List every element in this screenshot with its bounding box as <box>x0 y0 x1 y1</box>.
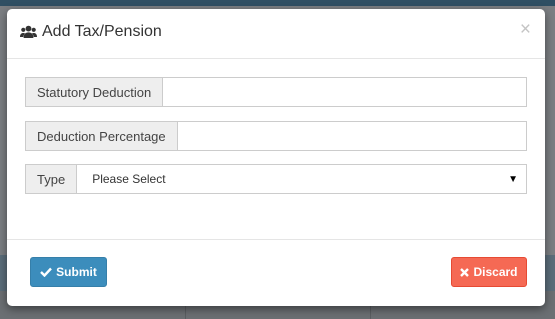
statutory-deduction-group: Statutory Deduction <box>25 77 527 107</box>
statutory-deduction-input[interactable] <box>162 77 527 107</box>
deduction-percentage-label: Deduction Percentage <box>25 121 177 151</box>
type-select-value: Please Select <box>92 172 166 186</box>
modal-footer: Submit Discard <box>7 239 545 307</box>
type-select[interactable]: Please Select ▼ <box>76 164 527 194</box>
statutory-deduction-label: Statutory Deduction <box>25 77 163 107</box>
modal-title-text: Add Tax/Pension <box>42 23 162 40</box>
users-icon <box>20 25 37 38</box>
times-icon <box>460 267 470 277</box>
deduction-percentage-group: Deduction Percentage <box>25 121 527 151</box>
caret-down-icon: ▼ <box>508 173 518 185</box>
modal-title: Add Tax/Pension <box>20 23 162 41</box>
close-button[interactable]: × <box>520 20 531 39</box>
type-group: Type Please Select ▼ <box>25 164 527 194</box>
submit-label: Submit <box>56 265 97 279</box>
discard-button[interactable]: Discard <box>451 257 527 287</box>
deduction-percentage-input[interactable] <box>176 121 527 151</box>
modal-header: Add Tax/Pension × <box>7 9 545 59</box>
type-label: Type <box>25 164 77 194</box>
discard-label: Discard <box>473 265 518 279</box>
submit-button[interactable]: Submit <box>30 257 107 287</box>
check-icon <box>40 267 53 277</box>
add-tax-pension-modal: Add Tax/Pension × Statutory Deduction De… <box>7 9 545 306</box>
